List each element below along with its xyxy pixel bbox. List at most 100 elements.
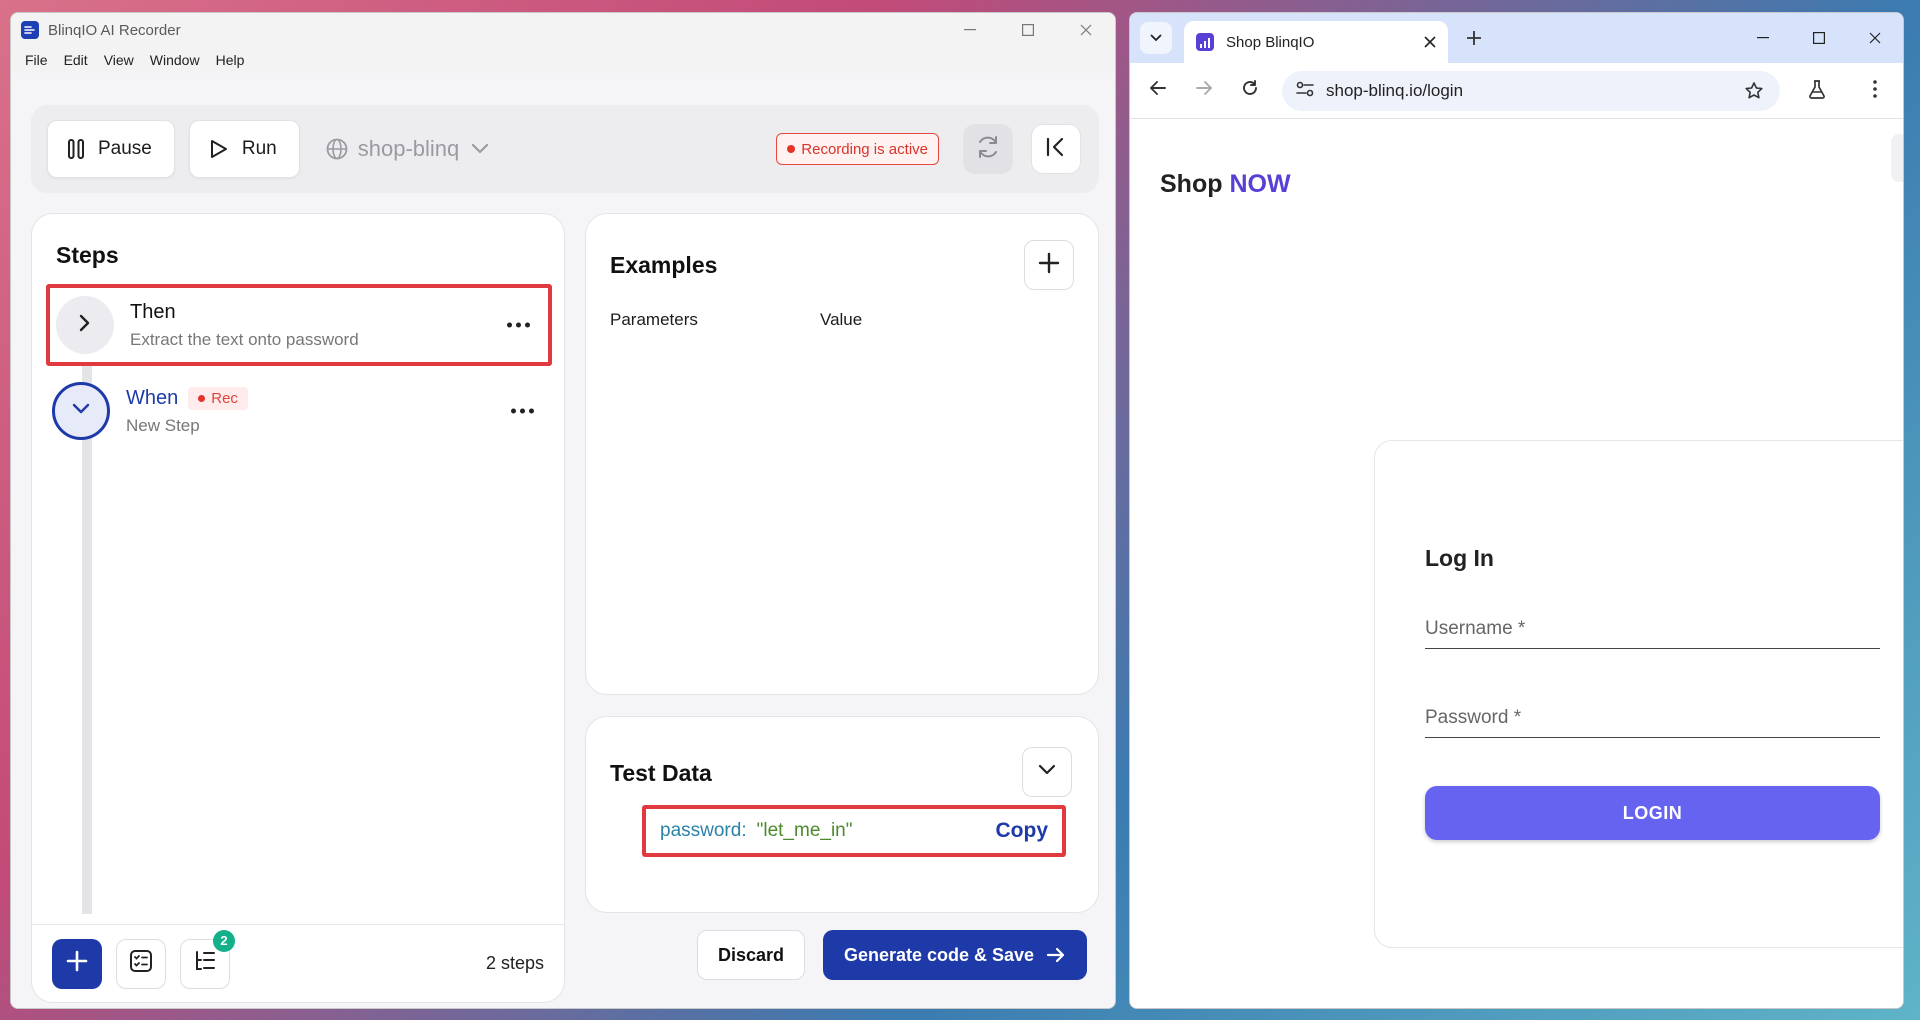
recorder-toolbar: Pause Run shop-blinq Recording is active — [31, 105, 1099, 193]
step-expand-button[interactable] — [56, 296, 114, 354]
maximize-button[interactable] — [999, 13, 1057, 47]
chevron-down-icon — [1150, 29, 1162, 47]
checklist-icon — [129, 949, 153, 978]
rec-dot-icon — [198, 394, 206, 402]
arrow-right-icon — [1195, 80, 1213, 101]
add-example-button[interactable] — [1024, 240, 1074, 290]
bookmark-star-icon[interactable] — [1744, 81, 1764, 101]
blinqio-logo-icon — [21, 21, 39, 39]
side-panel-tab[interactable] — [1891, 134, 1903, 182]
title-bar: BlinqIO AI Recorder — [11, 13, 1115, 47]
address-bar[interactable]: shop-blinq.io/login — [1282, 71, 1780, 111]
browser-tab[interactable]: Shop BlinqIO — [1184, 21, 1448, 63]
refresh-icon — [975, 134, 1001, 165]
back-button[interactable] — [1136, 69, 1180, 113]
browser-window: Shop BlinqIO shop-blinq.io/login Shop NO… — [1129, 12, 1904, 1009]
kebab-menu-icon — [1873, 79, 1877, 103]
arrow-right-icon — [1046, 947, 1066, 963]
menu-edit[interactable]: Edit — [56, 52, 96, 68]
test-data-key: password: — [660, 820, 747, 841]
add-step-button[interactable] — [52, 938, 102, 989]
logo-accent: NOW — [1229, 170, 1291, 198]
recording-dot-icon — [787, 145, 796, 153]
forward-button[interactable] — [1182, 69, 1226, 113]
menu-help[interactable]: Help — [208, 52, 253, 68]
tab-strip: Shop BlinqIO — [1130, 13, 1903, 63]
run-label: Run — [241, 138, 277, 159]
window-title: BlinqIO AI Recorder — [48, 21, 181, 39]
step-description: Extract the text onto password — [130, 329, 359, 349]
labs-button[interactable] — [1789, 69, 1845, 113]
menu-view[interactable]: View — [96, 52, 142, 68]
checklist-button[interactable] — [116, 938, 166, 989]
examples-panel: Examples Parameters Value — [585, 213, 1099, 695]
step-description: New Step — [126, 415, 200, 435]
play-icon — [210, 139, 228, 159]
new-tab-button[interactable] — [1466, 25, 1482, 53]
shop-logo[interactable]: Shop NOW — [1160, 170, 1291, 199]
test-data-value: "let_me_in" — [756, 820, 853, 841]
login-card: Log In Username * Password * LOGIN — [1374, 440, 1903, 948]
chevron-down-icon — [471, 143, 489, 155]
more-options-icon[interactable] — [507, 322, 530, 328]
browser-maximize-button[interactable] — [1791, 13, 1847, 63]
pause-icon — [68, 139, 84, 159]
test-data-title: Test Data — [610, 760, 712, 786]
copy-button[interactable]: Copy — [996, 819, 1049, 843]
refresh-button[interactable] — [963, 124, 1013, 174]
menu-file[interactable]: File — [17, 52, 56, 68]
steps-title: Steps — [56, 242, 119, 268]
discard-button[interactable]: Discard — [697, 930, 805, 980]
more-options-icon[interactable] — [511, 408, 534, 414]
test-data-row: password: "let_me_in" Copy — [642, 805, 1066, 857]
column-header-parameters: Parameters — [610, 310, 698, 329]
tab-search-button[interactable] — [1140, 22, 1172, 54]
tab-title: Shop BlinqIO — [1226, 33, 1315, 51]
plus-icon — [66, 950, 88, 977]
step-item-then[interactable]: Then Extract the text onto password — [46, 284, 552, 366]
web-page: Shop NOW Log In Username * Password * LO… — [1130, 120, 1903, 1008]
rec-tag-label: Rec — [211, 389, 238, 407]
recorder-window: BlinqIO AI Recorder File Edit View Windo… — [10, 12, 1116, 1009]
recording-status-text: Recording is active — [801, 140, 928, 158]
step-tree-button[interactable]: 2 — [180, 929, 235, 989]
tab-close-icon[interactable] — [1424, 32, 1436, 53]
steps-footer: 2 2 steps — [32, 924, 564, 1002]
globe-icon — [326, 138, 348, 160]
collapse-panel-button[interactable] — [1031, 124, 1081, 174]
site-name: shop-blinq — [357, 136, 460, 161]
reload-button[interactable] — [1228, 69, 1272, 113]
arrow-left-icon — [1149, 80, 1167, 101]
chevron-down-icon — [1038, 763, 1056, 781]
pause-label: Pause — [98, 138, 152, 159]
menu-bar: File Edit View Window Help — [11, 47, 1115, 73]
minimize-button[interactable] — [941, 13, 999, 47]
steps-count: 2 steps — [485, 953, 544, 973]
run-button[interactable]: Run — [188, 120, 300, 178]
list-tree-icon — [193, 949, 217, 978]
site-settings-icon[interactable] — [1296, 81, 1314, 102]
username-field[interactable]: Username * — [1425, 609, 1880, 649]
notification-badge: 2 — [213, 929, 235, 952]
rec-tag: Rec — [188, 386, 248, 410]
step-collapse-button[interactable] — [52, 382, 110, 440]
test-data-panel: Test Data password: "let_me_in" Copy — [585, 716, 1099, 913]
generate-code-save-button[interactable]: Generate code & Save — [823, 930, 1087, 980]
navigation-bar: shop-blinq.io/login — [1130, 63, 1903, 119]
menu-window[interactable]: Window — [142, 52, 208, 68]
shop-favicon-icon — [1196, 33, 1214, 51]
password-field[interactable]: Password * — [1425, 698, 1880, 738]
site-selector[interactable]: shop-blinq — [326, 136, 490, 162]
step-item-when[interactable]: When Rec New Step — [46, 370, 552, 452]
browser-menu-button[interactable] — [1847, 69, 1903, 113]
login-button[interactable]: LOGIN — [1425, 786, 1880, 840]
browser-close-button[interactable] — [1847, 13, 1903, 63]
close-button[interactable] — [1057, 13, 1115, 47]
reload-icon — [1241, 79, 1259, 102]
plus-icon — [1038, 252, 1060, 279]
password-label: Password * — [1425, 707, 1522, 728]
pause-button[interactable]: Pause — [47, 120, 175, 178]
test-data-toggle-button[interactable] — [1022, 747, 1072, 797]
browser-minimize-button[interactable] — [1735, 13, 1791, 63]
login-title: Log In — [1425, 545, 1494, 571]
